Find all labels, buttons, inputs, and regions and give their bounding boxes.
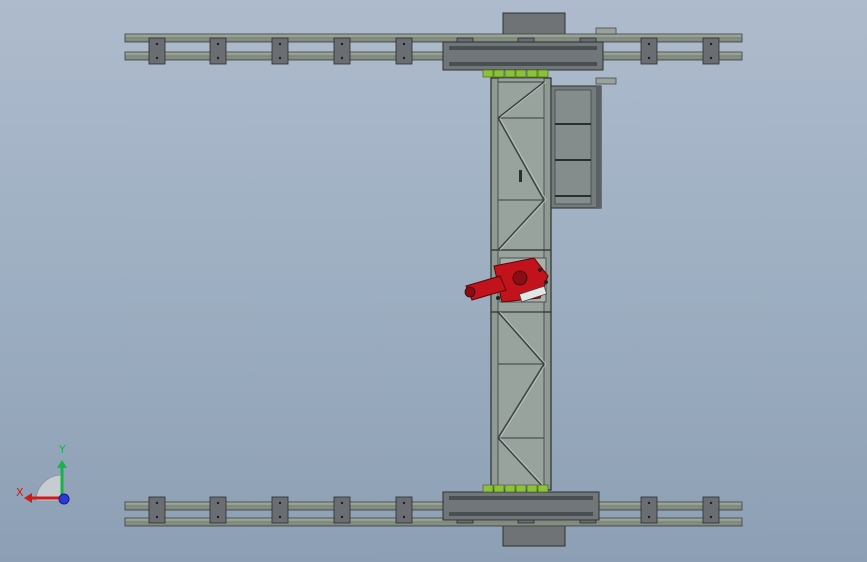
- cad-viewport[interactable]: Y X: [0, 0, 867, 562]
- green-block: [482, 69, 494, 78]
- green-block: [515, 69, 527, 78]
- rail-bracket: [395, 496, 413, 524]
- rail-bracket: [640, 37, 658, 65]
- rail-bracket: [148, 37, 166, 65]
- green-block: [526, 69, 538, 78]
- rail-bracket: [209, 496, 227, 524]
- green-block: [526, 484, 538, 493]
- rail-bracket: [395, 37, 413, 65]
- green-block: [504, 484, 516, 493]
- x-axis-label: X: [16, 486, 24, 499]
- rail-bracket: [209, 37, 227, 65]
- bottom-rail-assembly: [124, 484, 743, 547]
- red-robot-arm: [464, 257, 549, 303]
- coordinate-triad: [24, 460, 70, 505]
- green-block: [537, 69, 549, 78]
- rail-bracket: [702, 496, 720, 524]
- z-axis-dot: [58, 493, 70, 505]
- top-cap-block: [502, 12, 566, 38]
- rail-bracket: [702, 37, 720, 65]
- green-block: [515, 484, 527, 493]
- green-block: [482, 484, 494, 493]
- y-axis-label: Y: [59, 443, 66, 456]
- rail-bracket: [333, 496, 351, 524]
- rail-bracket: [271, 37, 289, 65]
- top-rail-assembly: [124, 12, 743, 85]
- green-block: [504, 69, 516, 78]
- green-block: [493, 484, 505, 493]
- rail-bracket: [640, 496, 658, 524]
- rail-bracket: [271, 496, 289, 524]
- green-block: [493, 69, 505, 78]
- green-block: [537, 484, 549, 493]
- gantry-model[interactable]: [0, 0, 867, 562]
- rail-bracket: [148, 496, 166, 524]
- rail-bracket: [333, 37, 351, 65]
